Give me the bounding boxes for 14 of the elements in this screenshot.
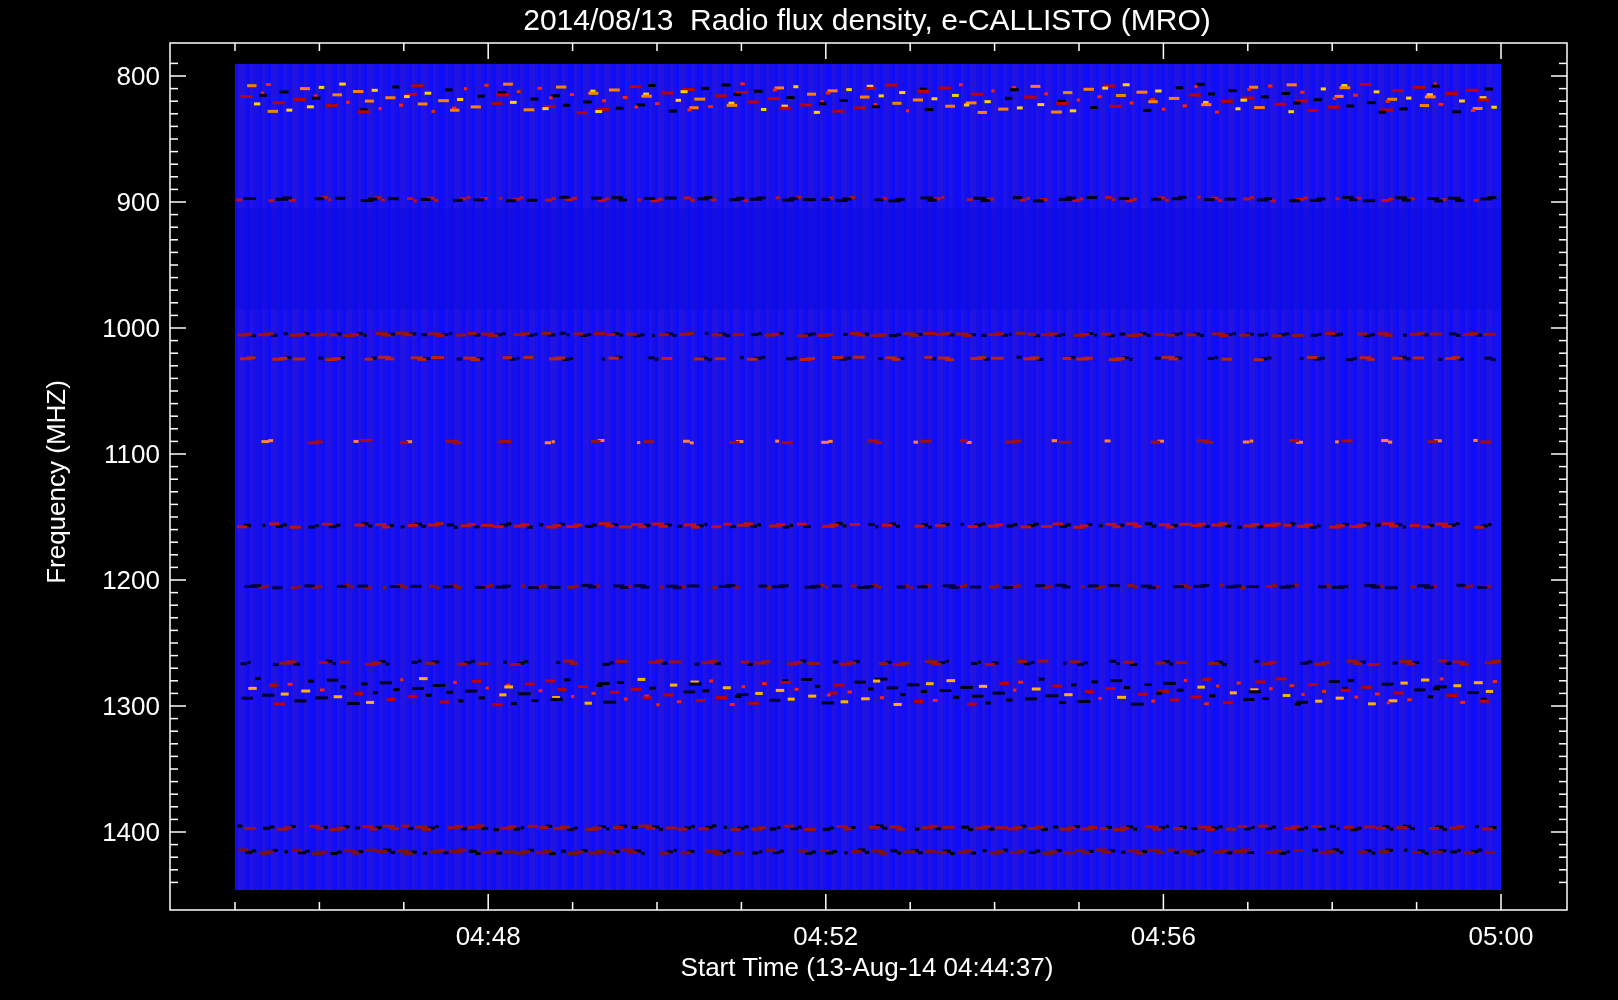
y-tick-label: 1300 bbox=[102, 691, 160, 721]
y-tick-label: 900 bbox=[116, 187, 160, 217]
x-tick-label: 05:00 bbox=[1468, 921, 1534, 951]
x-tick-label: 04:52 bbox=[793, 921, 859, 951]
y-tick-label: 1400 bbox=[102, 817, 160, 847]
y-tick-label: 1100 bbox=[104, 439, 160, 469]
chart-title: 2014/08/13 Radio flux density, e-CALLISTO (MRO) bbox=[523, 3, 1211, 36]
y-tick-label: 800 bbox=[116, 61, 160, 91]
x-axis-label: Start Time (13-Aug-14 04:44:37) bbox=[680, 952, 1054, 982]
x-tick-label: 04:48 bbox=[455, 921, 521, 951]
y-axis-label: Frequency (MHZ) bbox=[41, 380, 71, 584]
x-tick-label: 04:56 bbox=[1130, 921, 1196, 951]
y-tick-label: 1000 bbox=[102, 313, 160, 343]
y-tick-label: 1200 bbox=[102, 565, 160, 595]
